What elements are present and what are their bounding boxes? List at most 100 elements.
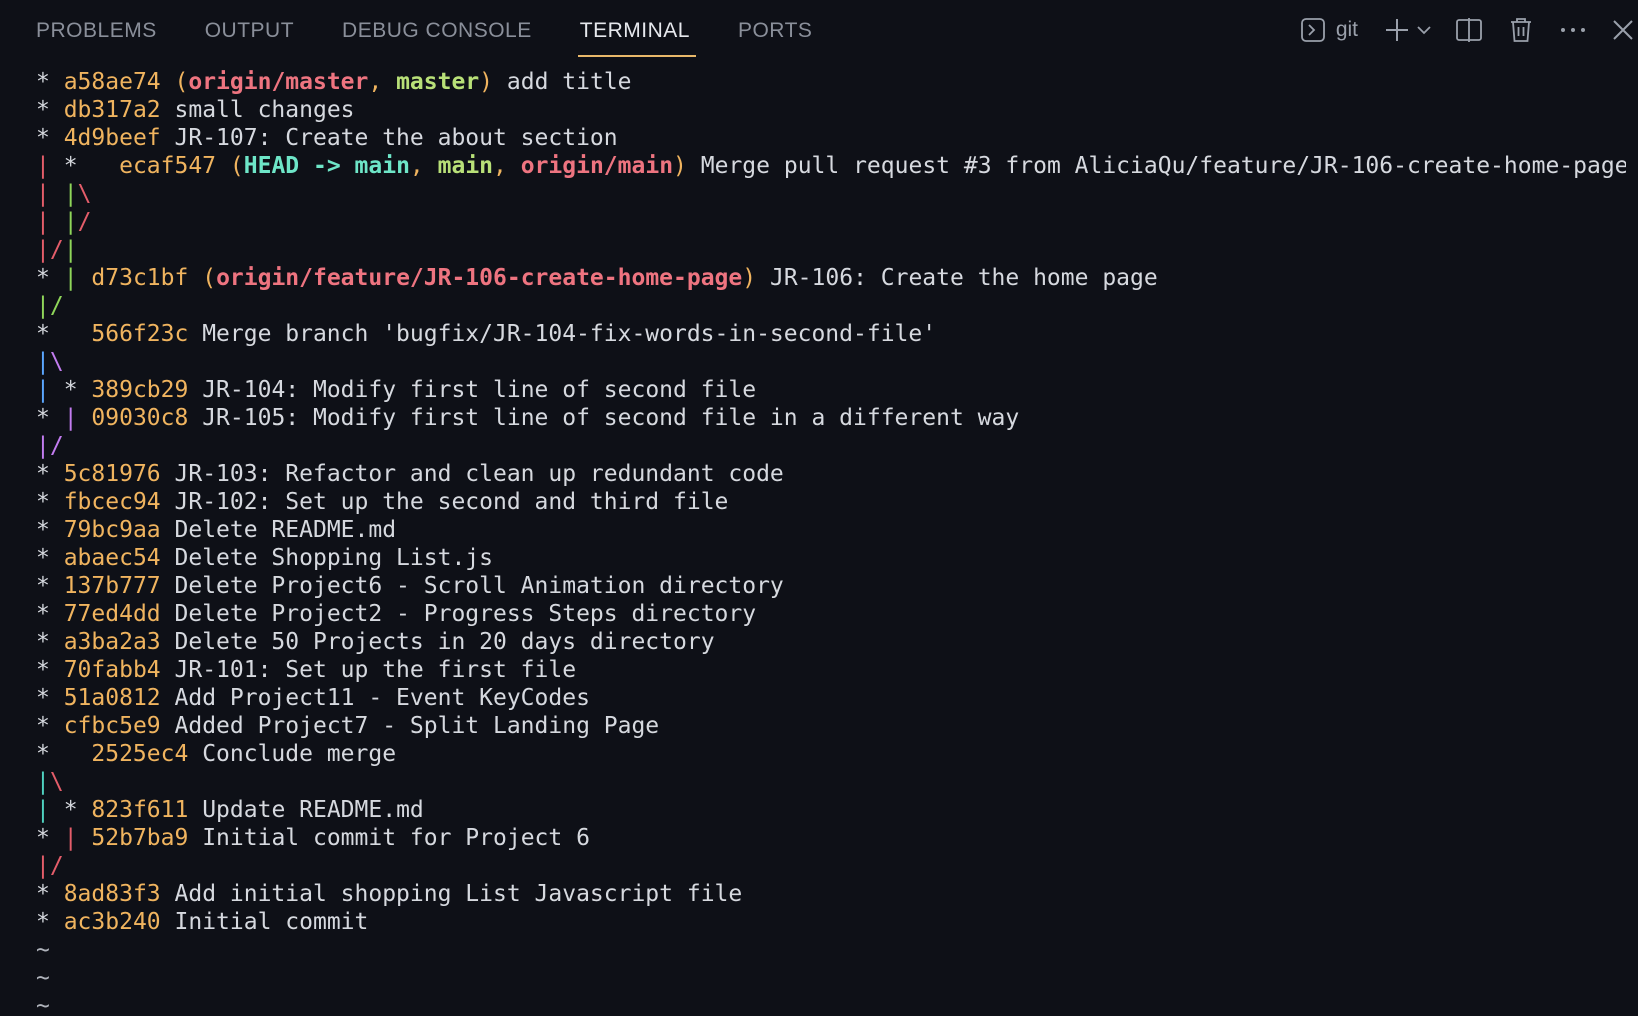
commit-message: Merge branch 'bugfix/JR-104-fix-words-in… — [202, 321, 937, 347]
ref-label: origin/master — [188, 69, 369, 95]
log-line: * | 09030c8 JR-105: Modify first line of… — [36, 405, 1020, 431]
log-line: * fbcec94 JR-102: Set up the second and … — [36, 489, 729, 515]
panel-actions: git — [1298, 0, 1638, 60]
more-actions-icon[interactable] — [1558, 26, 1588, 34]
commit-message: Initial commit — [174, 909, 369, 935]
graph-line: |\ — [36, 349, 64, 375]
log-line: * 5c81976 JR-103: Refactor and clean up … — [36, 461, 784, 487]
commit-message: JR-101: Set up the first file — [174, 657, 577, 683]
log-line: * 8ad83f3 Add initial shopping List Java… — [36, 881, 743, 907]
log-line: * | 52b7ba9 Initial commit for Project 6 — [36, 825, 590, 851]
graph-line: |/ — [36, 293, 64, 319]
terminal-output[interactable]: * a58ae74 (origin/master, master) add ti… — [36, 68, 1626, 1016]
commit-message: Update README.md — [202, 797, 424, 823]
commit-hash: a3ba2a3 — [63, 629, 161, 655]
commit-message: Add Project11 - Event KeyCodes — [174, 685, 590, 711]
commit-hash: cfbc5e9 — [63, 713, 161, 739]
log-line: | * 389cb29 JR-104: Modify first line of… — [36, 377, 757, 403]
graph-line: |/ — [36, 433, 64, 459]
log-line: * 70fabb4 JR-101: Set up the first file — [36, 657, 577, 683]
close-icon[interactable] — [1608, 19, 1638, 41]
log-line: * | d73c1bf (origin/feature/JR-106-creat… — [36, 265, 1158, 291]
commit-message: JR-103: Refactor and clean up redundant … — [174, 461, 784, 487]
commit-message: add title — [506, 69, 632, 95]
trash-icon[interactable] — [1506, 17, 1536, 43]
commit-hash: 70fabb4 — [63, 657, 161, 683]
split-terminal-icon[interactable] — [1454, 17, 1484, 43]
log-line: * db317a2 small changes — [36, 97, 355, 123]
log-line: * abaec54 Delete Shopping List.js — [36, 545, 494, 571]
log-line: * cfbc5e9 Added Project7 - Split Landing… — [36, 713, 660, 739]
graph-line: |/ — [36, 853, 64, 879]
commit-message: JR-106: Create the home page — [769, 265, 1158, 291]
log-line: * a58ae74 (origin/master, master) add ti… — [36, 69, 632, 95]
commit-hash: a58ae74 — [63, 69, 161, 95]
commit-message: JR-105: Modify first line of second file… — [202, 405, 1020, 431]
log-line: | * ecaf547 (HEAD -> main, main, origin/… — [36, 152, 1626, 180]
commit-message: Delete 50 Projects in 20 days directory — [174, 629, 715, 655]
log-line: * ac3b240 Initial commit — [36, 909, 369, 935]
commit-hash: ecaf547 — [119, 153, 217, 179]
graph-line: | |\ — [36, 181, 92, 207]
pager-tilde: ~ — [36, 937, 50, 963]
commit-hash: 79bc9aa — [63, 517, 161, 543]
panel-tabs: PROBLEMS OUTPUT DEBUG CONSOLE TERMINAL P… — [36, 0, 860, 60]
graph-line: |/| — [36, 237, 78, 263]
commit-message: JR-107: Create the about section — [174, 125, 618, 151]
tab-output[interactable]: OUTPUT — [205, 0, 294, 60]
log-line: * a3ba2a3 Delete 50 Projects in 20 days … — [36, 629, 715, 655]
commit-hash: fbcec94 — [63, 489, 161, 515]
commit-hash: abaec54 — [63, 545, 161, 571]
commit-message: Added Project7 - Split Landing Page — [174, 713, 660, 739]
commit-hash: 52b7ba9 — [91, 825, 189, 851]
log-line: * 2525ec4 Conclude merge — [36, 741, 397, 767]
commit-message: JR-104: Modify first line of second file — [202, 377, 757, 403]
ref-label: origin/feature/JR-106-create-home-page — [216, 265, 743, 291]
tab-ports[interactable]: PORTS — [738, 0, 812, 60]
pager-tilde: ~ — [36, 993, 50, 1016]
commit-message: JR-102: Set up the second and third file — [174, 489, 729, 515]
commit-hash: 4d9beef — [63, 125, 161, 151]
log-line: * 79bc9aa Delete README.md — [36, 517, 397, 543]
log-line: * 4d9beef JR-107: Create the about secti… — [36, 125, 618, 151]
commit-hash: 137b777 — [63, 573, 161, 599]
log-line: | * 823f611 Update README.md — [36, 797, 424, 823]
commit-message: Initial commit for Project 6 — [202, 825, 590, 851]
commit-hash: d73c1bf — [91, 265, 189, 291]
commit-hash: db317a2 — [63, 97, 161, 123]
ref-label: HEAD -> main — [243, 153, 410, 179]
log-line: * 77ed4dd Delete Project2 - Progress Ste… — [36, 601, 757, 627]
commit-message: Delete Shopping List.js — [174, 545, 494, 571]
chevron-down-icon[interactable] — [1414, 22, 1434, 38]
commit-hash: 566f23c — [91, 321, 189, 347]
log-line: * 137b777 Delete Project6 - Scroll Anima… — [36, 573, 784, 599]
tab-problems[interactable]: PROBLEMS — [36, 0, 157, 60]
log-line: * 51a0812 Add Project11 - Event KeyCodes — [36, 685, 590, 711]
commit-message: Merge pull request #3 from AliciaQu/feat… — [700, 153, 1626, 179]
tab-terminal[interactable]: TERMINAL — [577, 0, 697, 60]
commit-message: small changes — [174, 97, 355, 123]
commit-hash: 823f611 — [91, 797, 189, 823]
new-terminal-plus-icon[interactable] — [1382, 17, 1412, 43]
commit-hash: 51a0812 — [63, 685, 161, 711]
commit-hash: 5c81976 — [63, 461, 161, 487]
ref-label: master — [396, 69, 480, 95]
log-line: * 566f23c Merge branch 'bugfix/JR-104-fi… — [36, 321, 937, 347]
commit-message: Add initial shopping List Javascript fil… — [174, 881, 743, 907]
terminal-icon[interactable] — [1298, 17, 1328, 43]
graph-line: | |/ — [36, 209, 92, 235]
commit-hash: 389cb29 — [91, 377, 189, 403]
tab-debug-console[interactable]: DEBUG CONSOLE — [342, 0, 532, 60]
commit-hash: 8ad83f3 — [63, 881, 161, 907]
ref-label: origin/main — [520, 153, 674, 179]
commit-message: Delete Project2 - Progress Steps directo… — [174, 601, 757, 627]
commit-message: Conclude merge — [202, 741, 397, 767]
commit-hash: 2525ec4 — [91, 741, 189, 767]
graph-line: |\ — [36, 769, 64, 795]
commit-hash: 09030c8 — [91, 405, 189, 431]
commit-message: Delete README.md — [174, 517, 397, 543]
terminal-name-label[interactable]: git — [1336, 18, 1358, 42]
commit-hash: 77ed4dd — [63, 601, 161, 627]
pager-tilde: ~ — [36, 965, 50, 991]
panel-header: PROBLEMS OUTPUT DEBUG CONSOLE TERMINAL P… — [0, 0, 1638, 60]
